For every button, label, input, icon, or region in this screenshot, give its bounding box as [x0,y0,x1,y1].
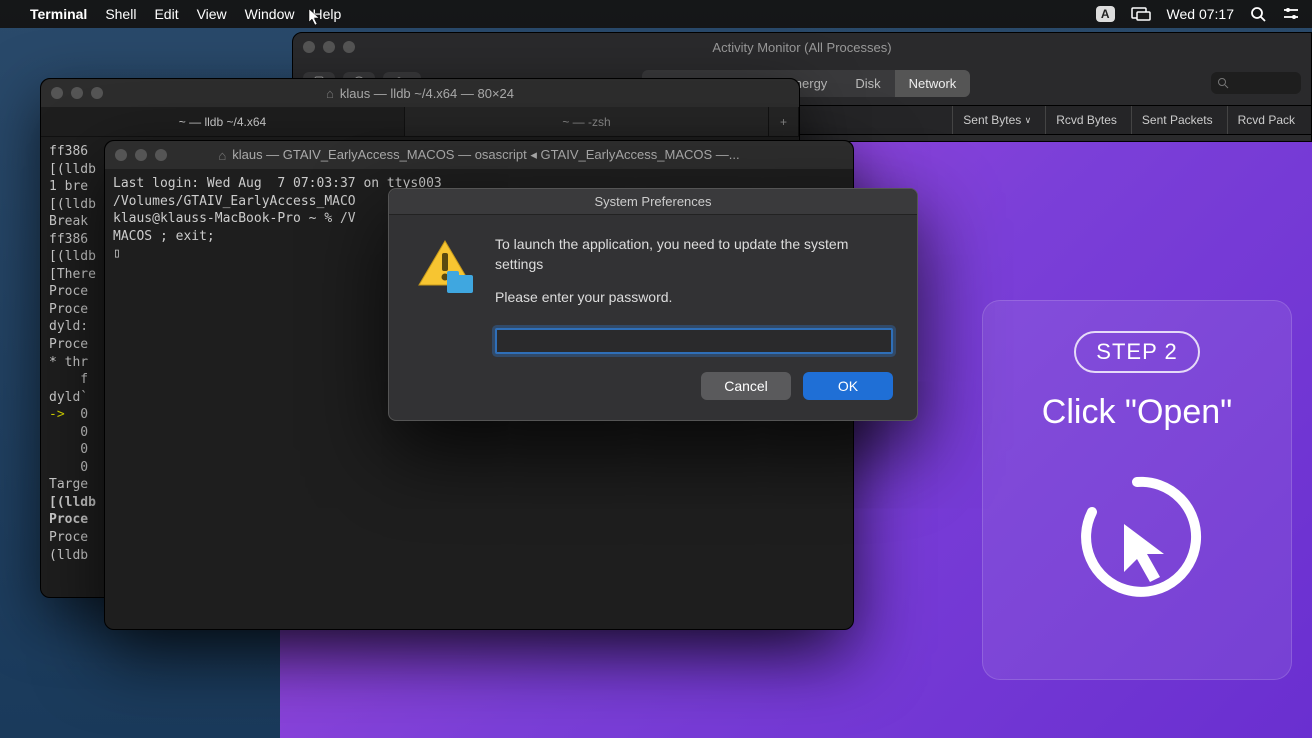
col-sent-bytes[interactable]: Sent Bytes ∨ [952,106,1041,134]
terminal-title: klaus — lldb ~/4.x64 — 80×24 [340,86,514,101]
tab-disk[interactable]: Disk [841,70,894,97]
menu-view[interactable]: View [197,6,227,22]
screen-mirror-icon[interactable] [1131,7,1151,21]
terminal-titlebar[interactable]: ⌂ klaus — GTAIV_EarlyAccess_MACOS — osas… [105,141,853,169]
terminal-tab-1[interactable]: ~ — lldb ~/4.x64 [41,107,405,136]
menu-edit[interactable]: Edit [154,6,178,22]
dialog-message: To launch the application, you need to u… [495,235,893,274]
activity-title: Activity Monitor (All Processes) [712,40,891,55]
sort-indicator-icon: ∨ [1025,115,1032,126]
cancel-button[interactable]: Cancel [701,372,791,400]
home-icon: ⌂ [218,148,226,163]
traffic-lights[interactable] [115,149,167,161]
col-rcvd-bytes[interactable]: Rcvd Bytes [1045,106,1127,134]
terminal-titlebar[interactable]: ⌂ klaus — lldb ~/4.x64 — 80×24 [41,79,799,107]
ok-button[interactable]: OK [803,372,893,400]
traffic-lights[interactable] [51,87,103,99]
terminal-tab-add[interactable]: + [769,107,799,136]
mouse-cursor-icon [308,8,322,29]
warning-folder-icon [413,235,477,354]
menubar: Terminal Shell Edit View Window Help A W… [0,0,1312,28]
step-title: Click "Open" [1042,393,1232,432]
control-center-icon[interactable] [1282,7,1300,21]
input-source-badge[interactable]: A [1096,6,1115,22]
traffic-lights[interactable] [303,41,355,53]
dialog-title: System Preferences [389,189,917,215]
menu-window[interactable]: Window [245,6,295,22]
installer-step-card: STEP 2 Click "Open" [982,300,1292,680]
col-sent-packets[interactable]: Sent Packets [1131,106,1223,134]
password-dialog: System Preferences To launch the applica… [388,188,918,421]
activity-titlebar[interactable]: Activity Monitor (All Processes) [293,33,1311,61]
menubar-app[interactable]: Terminal [30,6,87,22]
terminal-title: klaus — GTAIV_EarlyAccess_MACOS — osascr… [232,147,739,163]
cursor-swirl-icon [1062,462,1212,617]
terminal-tabs[interactable]: ~ — lldb ~/4.x64 ~ — -zsh + [41,107,799,137]
menu-shell[interactable]: Shell [105,6,136,22]
menubar-clock[interactable]: Wed 07:17 [1167,6,1234,22]
step-badge: STEP 2 [1074,331,1199,373]
password-input[interactable] [495,328,893,354]
terminal-tab-2[interactable]: ~ — -zsh [405,107,769,136]
spotlight-icon[interactable] [1250,6,1266,22]
tab-network[interactable]: Network [895,70,971,97]
dialog-prompt: Please enter your password. [495,288,893,308]
col-rcvd-packets[interactable]: Rcvd Pack [1227,106,1305,134]
home-icon: ⌂ [326,86,334,101]
